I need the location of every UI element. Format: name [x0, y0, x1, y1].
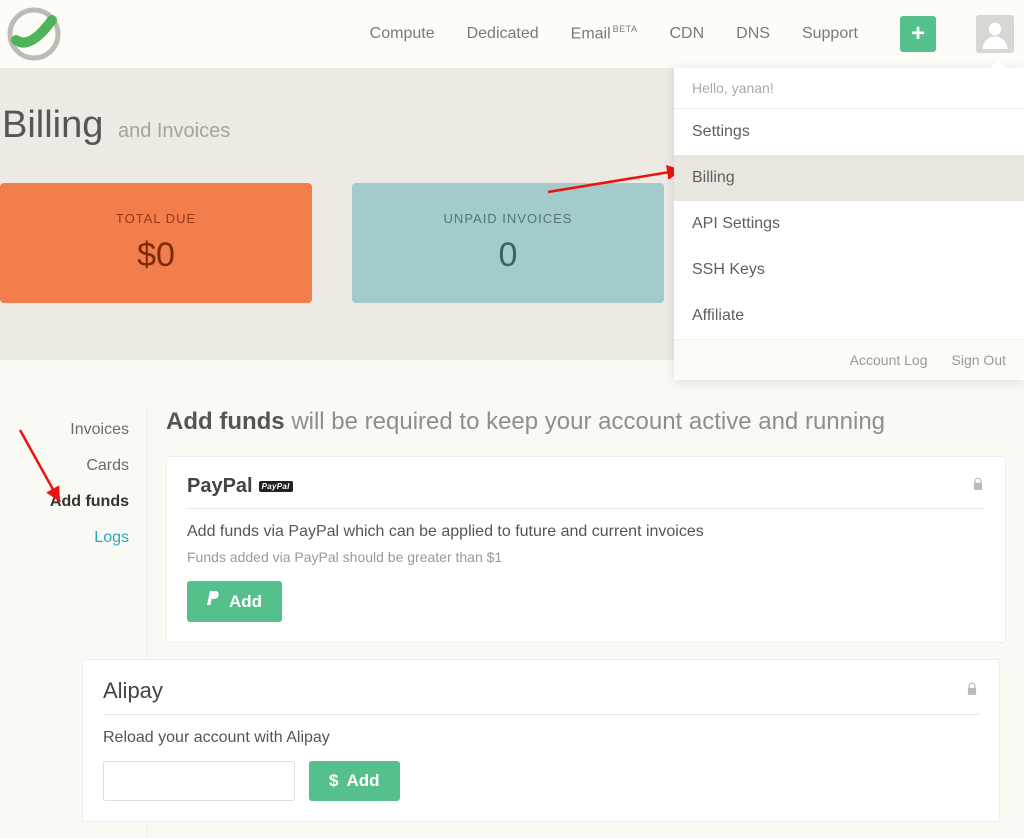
top-bar: Compute Dedicated EmailBETA CDN DNS Supp… [0, 0, 1024, 68]
card-value: $0 [137, 236, 175, 275]
lock-icon [965, 682, 979, 701]
dropdown-greeting: Hello, yanan! [674, 68, 1024, 109]
panel-header: Alipay [103, 678, 979, 715]
nav-dedicated[interactable]: Dedicated [467, 25, 539, 43]
paypal-add-button[interactable]: Add [187, 581, 282, 622]
card-unpaid-invoices[interactable]: UNPAID INVOICES 0 [352, 183, 664, 303]
dropdown-ssh-keys[interactable]: SSH Keys [674, 247, 1024, 293]
nav-compute[interactable]: Compute [370, 25, 435, 43]
paypal-p-icon [207, 591, 221, 612]
dropdown-footer: Account Log Sign Out [674, 339, 1024, 380]
avatar[interactable] [976, 15, 1014, 53]
dollar-icon: $ [329, 771, 338, 791]
alipay-add-button[interactable]: $ Add [309, 761, 400, 801]
dropdown-billing[interactable]: Billing [674, 155, 1024, 201]
nav-email[interactable]: EmailBETA [571, 24, 638, 43]
main-title: Add funds will be required to keep your … [166, 408, 1006, 436]
dropdown-settings[interactable]: Settings [674, 109, 1024, 155]
user-dropdown: Hello, yanan! Settings Billing API Setti… [674, 68, 1024, 380]
dropdown-api-settings[interactable]: API Settings [674, 201, 1024, 247]
panel-title: Alipay [103, 678, 163, 704]
nav-support[interactable]: Support [802, 25, 858, 43]
card-total-due[interactable]: TOTAL DUE $0 [0, 183, 312, 303]
tab-add-funds[interactable]: Add funds [0, 484, 147, 520]
nav-dns[interactable]: DNS [736, 25, 770, 43]
tab-invoices[interactable]: Invoices [0, 412, 147, 448]
alipay-amount-input[interactable] [104, 762, 295, 800]
paypal-desc: Add funds via PayPal which can be applie… [187, 523, 985, 541]
tab-logs[interactable]: Logs [0, 520, 147, 556]
panel-header: PayPal PayPal [187, 475, 985, 509]
logo [6, 6, 62, 62]
panel-alipay: Alipay Reload your account with Alipay $… [82, 659, 1000, 822]
paypal-note: Funds added via PayPal should be greater… [187, 549, 985, 565]
lock-icon [971, 477, 985, 496]
dropdown-account-log[interactable]: Account Log [850, 352, 928, 368]
card-label: UNPAID INVOICES [444, 211, 573, 226]
paypal-badge: PayPal [259, 481, 293, 492]
panel-paypal: PayPal PayPal Add funds via PayPal which… [166, 456, 1006, 643]
alipay-amount-row: $ $ Add [103, 761, 979, 801]
dropdown-sign-out[interactable]: Sign Out [952, 352, 1006, 368]
alipay-amount-input-group: $ [103, 761, 295, 801]
alipay-desc: Reload your account with Alipay [103, 729, 979, 747]
add-button[interactable]: + [900, 16, 936, 52]
top-nav: Compute Dedicated EmailBETA CDN DNS Supp… [370, 15, 1014, 53]
card-value: 0 [499, 236, 518, 275]
tab-cards[interactable]: Cards [0, 448, 147, 484]
card-label: TOTAL DUE [116, 211, 196, 226]
panel-title: PayPal [187, 475, 253, 498]
dropdown-affiliate[interactable]: Affiliate [674, 293, 1024, 339]
content: Invoices Cards Add funds Logs Add funds … [0, 360, 1024, 838]
main: Add funds will be required to keep your … [148, 408, 1024, 838]
nav-cdn[interactable]: CDN [670, 25, 705, 43]
